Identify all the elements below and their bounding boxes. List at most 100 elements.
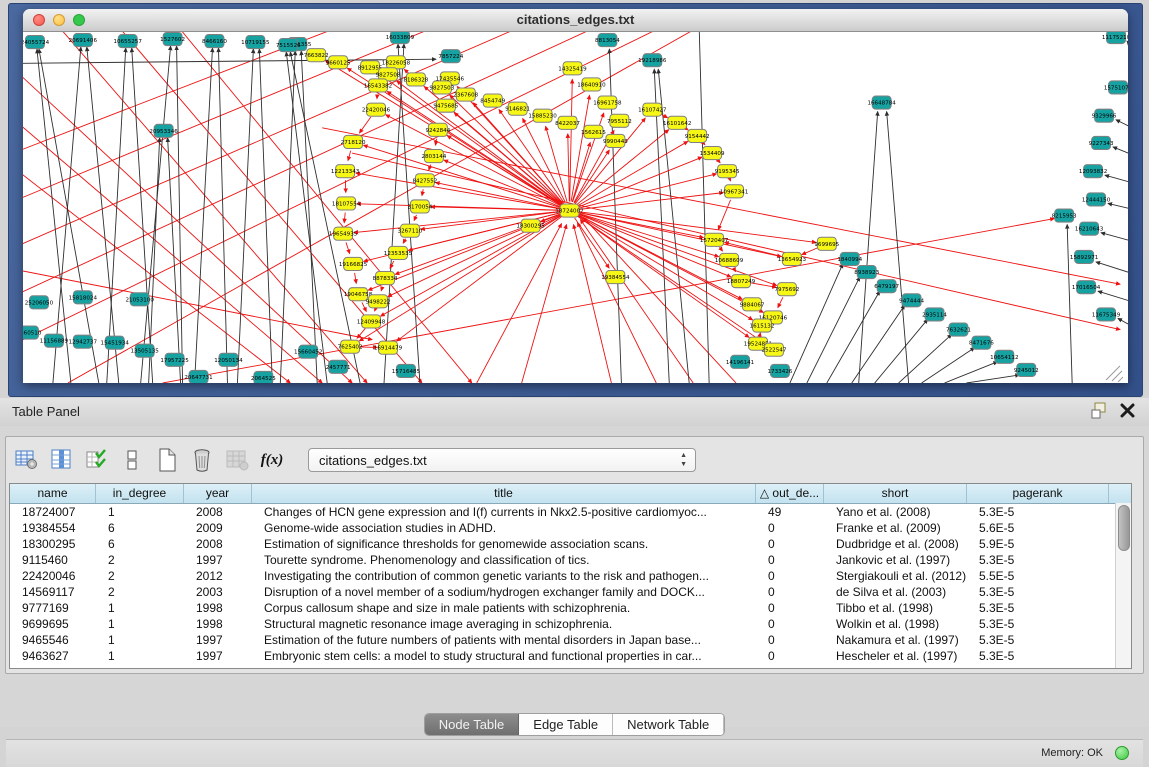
table-row[interactable]: 1456911722003Disruption of a novel membe… xyxy=(10,584,1131,600)
tab-edge-table[interactable]: Edge Table xyxy=(519,714,613,735)
citation-network-graph[interactable]: 1872400718300295193845547663822966012589… xyxy=(23,32,1128,383)
graph-edge[interactable] xyxy=(355,273,357,283)
graph-edge[interactable] xyxy=(875,319,928,383)
graph-edge[interactable] xyxy=(1113,147,1128,157)
graph-edge[interactable] xyxy=(53,47,81,383)
delete-icon[interactable] xyxy=(189,447,215,473)
graph-edge[interactable] xyxy=(720,247,723,251)
graph-edge[interactable] xyxy=(346,242,350,253)
graph-edge[interactable] xyxy=(1127,41,1128,54)
graph-edge[interactable] xyxy=(568,134,570,202)
graph-edge[interactable] xyxy=(301,51,317,383)
graph-edge[interactable] xyxy=(570,79,573,201)
close-panel-icon[interactable] xyxy=(1120,403,1135,418)
graph-edge[interactable] xyxy=(403,239,405,243)
graph-edge[interactable] xyxy=(699,32,709,383)
graph-edge[interactable] xyxy=(384,44,404,383)
graph-edge[interactable] xyxy=(23,68,352,383)
graph-edge[interactable] xyxy=(218,48,227,383)
graph-edge[interactable] xyxy=(477,224,562,383)
rows-icon[interactable] xyxy=(119,447,145,473)
graph-edge[interactable] xyxy=(348,151,351,161)
select-column-icon[interactable] xyxy=(49,447,75,473)
graph-edge[interactable] xyxy=(259,49,272,383)
graph-edge[interactable] xyxy=(1098,291,1128,302)
graph-edge[interactable] xyxy=(1101,233,1128,243)
table-row[interactable]: 1938455462009Genome-wide association stu… xyxy=(10,520,1131,536)
graph-edge[interactable] xyxy=(802,247,819,254)
graph-edge[interactable] xyxy=(132,48,153,383)
graph-edge[interactable] xyxy=(352,153,1120,330)
graph-edge[interactable] xyxy=(431,207,561,210)
graph-edge[interactable] xyxy=(574,225,612,383)
window-titlebar[interactable]: citations_edges.txt xyxy=(23,9,1128,32)
graph-edge[interactable] xyxy=(381,287,382,291)
table-settings-icon[interactable] xyxy=(14,447,40,473)
graph-edge[interactable] xyxy=(87,47,119,383)
table-row[interactable]: 969969511998Structural magnetic resonanc… xyxy=(10,616,1131,632)
graph-edge[interactable] xyxy=(790,264,843,383)
graph-edge[interactable] xyxy=(141,46,171,383)
table-row[interactable]: 1872400712008Changes of HCN gene express… xyxy=(10,504,1131,520)
graph-edge[interactable] xyxy=(107,48,126,383)
graph-edge[interactable] xyxy=(571,95,589,201)
graph-edge[interactable] xyxy=(1067,225,1072,383)
graph-edge[interactable] xyxy=(807,277,860,383)
graph-edge[interactable] xyxy=(344,212,345,222)
column-header-outde[interactable]: △ out_de... xyxy=(756,484,824,503)
graph-edge[interactable] xyxy=(195,48,213,383)
graph-edge[interactable] xyxy=(356,173,561,209)
import-table-icon[interactable] xyxy=(224,447,250,473)
graph-edge[interactable] xyxy=(447,136,562,206)
graph-edge[interactable] xyxy=(280,51,295,383)
table-select-dropdown[interactable]: citations_edges.txt ▲▼ xyxy=(308,448,696,472)
function-icon[interactable]: f(x) xyxy=(259,447,285,473)
table-row[interactable]: 911546021997Tourette syndrome. Phenomeno… xyxy=(10,552,1131,568)
graph-edge[interactable] xyxy=(37,49,71,383)
column-header-year[interactable]: year xyxy=(184,484,252,503)
graph-edge[interactable] xyxy=(922,348,975,383)
network-canvas[interactable]: 1872400718300295193845547663822966012589… xyxy=(23,32,1128,383)
select-rows-icon[interactable] xyxy=(84,447,110,473)
graph-edge[interactable] xyxy=(580,220,693,383)
graph-edge[interactable] xyxy=(360,117,371,133)
column-header-pagerank[interactable]: pagerank xyxy=(967,484,1109,503)
graph-edge[interactable] xyxy=(887,112,909,383)
graph-edge[interactable] xyxy=(286,52,327,383)
table-row[interactable]: 946554611997Estimation of the future num… xyxy=(10,632,1131,648)
graph-edge[interactable] xyxy=(1105,175,1128,184)
graph-edge[interactable] xyxy=(852,305,905,383)
graph-edge[interactable] xyxy=(357,328,365,338)
table-scrollbar[interactable] xyxy=(1115,503,1131,668)
column-header-short[interactable]: short xyxy=(824,484,967,503)
float-panel-icon[interactable] xyxy=(1091,402,1108,419)
graph-edge[interactable] xyxy=(718,160,720,163)
graph-edge[interactable] xyxy=(778,297,783,307)
graph-edge[interactable] xyxy=(1118,318,1128,329)
graph-edge[interactable] xyxy=(966,375,1019,383)
graph-edge[interactable] xyxy=(718,200,730,230)
graph-edge[interactable] xyxy=(237,49,253,383)
graph-edge[interactable] xyxy=(1116,120,1128,131)
graph-edge[interactable] xyxy=(1096,262,1128,274)
table-row[interactable]: 946362711997Embryonic stem cells: a mode… xyxy=(10,648,1131,664)
graph-edge[interactable] xyxy=(39,49,99,383)
window-resize-grip[interactable] xyxy=(1106,366,1123,382)
graph-edge[interactable] xyxy=(859,112,878,383)
tab-network-table[interactable]: Network Table xyxy=(613,714,724,735)
graph-edge[interactable] xyxy=(436,139,437,145)
graph-edge[interactable] xyxy=(23,32,611,296)
graph-edge[interactable] xyxy=(703,143,705,145)
column-header-name[interactable]: name xyxy=(10,484,96,503)
graph-edge[interactable] xyxy=(429,165,431,170)
graph-edge[interactable] xyxy=(578,193,723,210)
graph-edge[interactable] xyxy=(1108,203,1128,210)
graph-edge[interactable] xyxy=(827,291,880,383)
graph-edge[interactable] xyxy=(53,32,367,383)
new-file-icon[interactable] xyxy=(154,447,180,473)
graph-edge[interactable] xyxy=(522,225,567,383)
column-header-title[interactable]: title xyxy=(252,484,756,503)
table-scrollbar-thumb[interactable] xyxy=(1118,505,1130,551)
column-header-indegree[interactable]: in_degree xyxy=(96,484,184,503)
tab-node-table[interactable]: Node Table xyxy=(425,714,520,735)
